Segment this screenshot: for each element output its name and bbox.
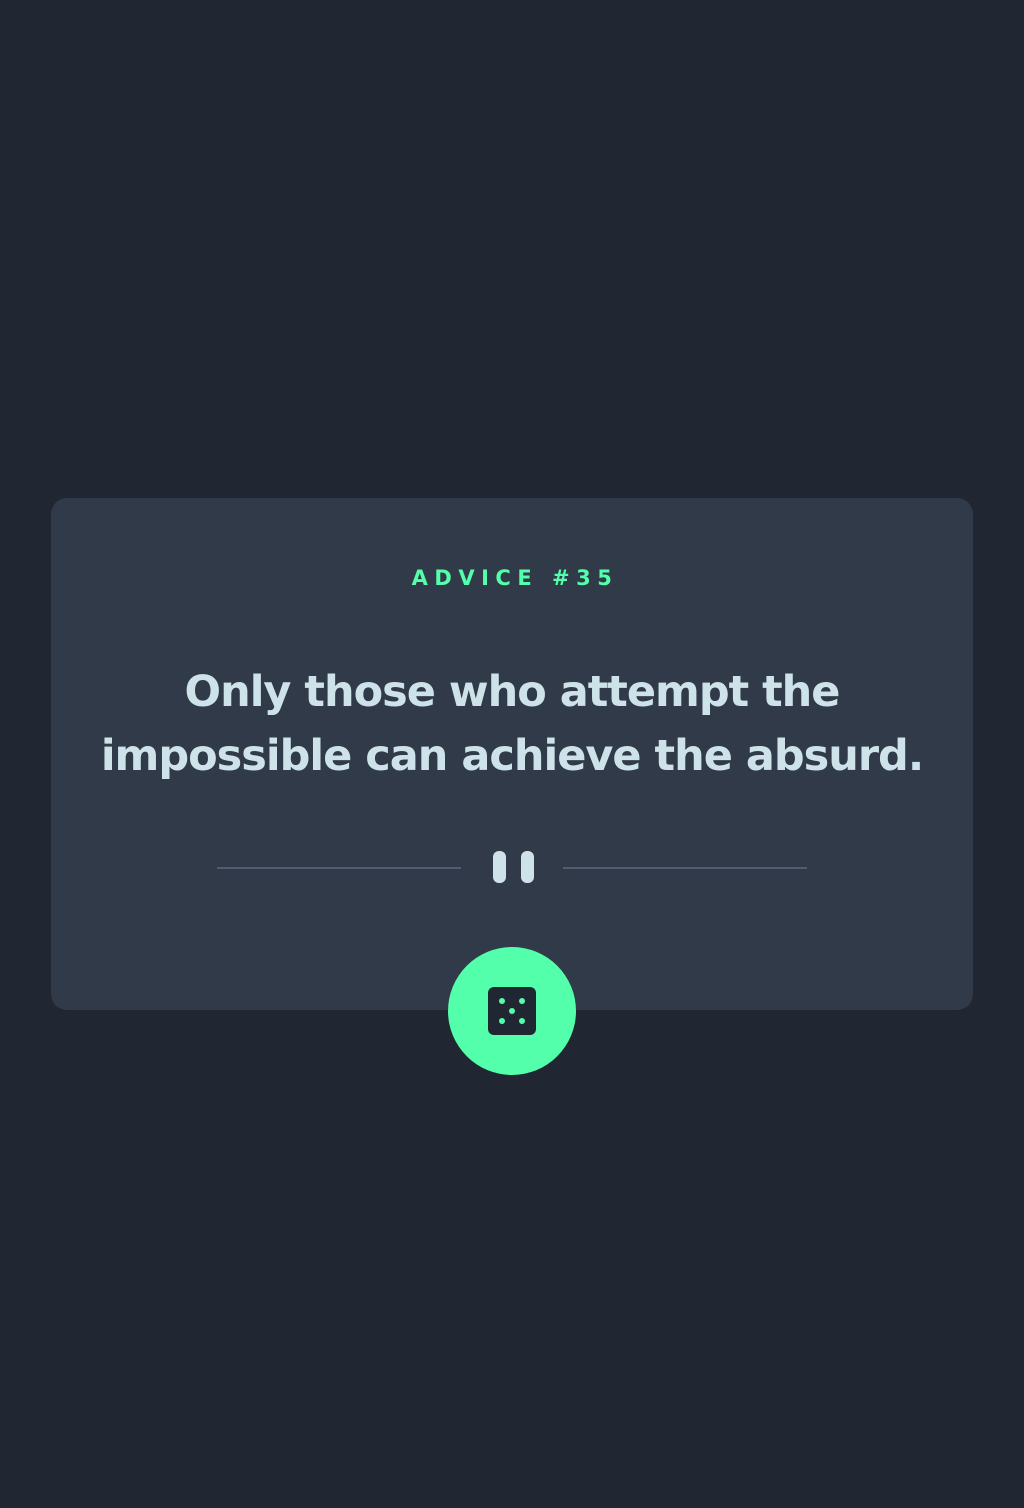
divider-line-right	[563, 867, 807, 869]
divider-line-left	[217, 867, 461, 869]
new-advice-button[interactable]	[448, 947, 576, 1075]
advice-quote: Only those who attempt the impossible ca…	[100, 667, 924, 781]
advice-id-label: ADVICE #35	[411, 566, 619, 590]
pause-icon	[493, 851, 534, 883]
dice-icon	[488, 987, 536, 1035]
